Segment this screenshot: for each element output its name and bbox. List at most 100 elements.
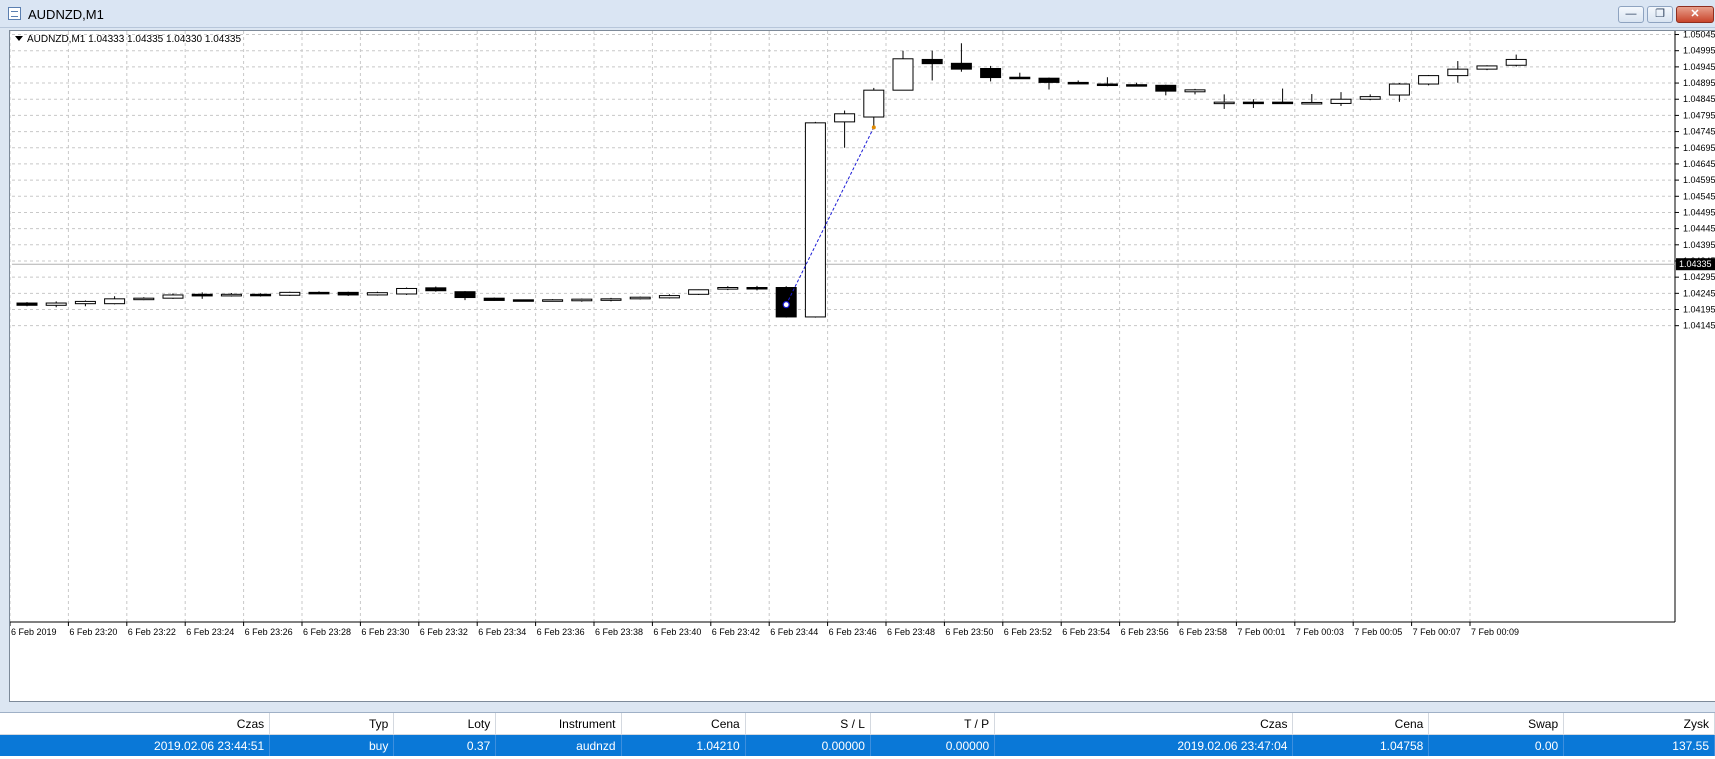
candle-body	[1009, 76, 1031, 80]
candle-body	[658, 295, 680, 299]
x-tick-label: 7 Feb 00:09	[1471, 627, 1519, 637]
candle-body	[600, 298, 622, 301]
candle-body	[45, 302, 67, 306]
trade-close-marker	[871, 125, 876, 130]
x-tick-label: 7 Feb 00:05	[1354, 627, 1402, 637]
minimize-button[interactable]: —	[1618, 6, 1644, 23]
table-cell: 2019.02.06 23:47:04	[994, 734, 1294, 756]
candle-body	[980, 67, 1002, 79]
candle-body	[366, 292, 388, 296]
column-header-2[interactable]: Loty	[393, 713, 497, 735]
y-tick-label: 1.04695	[1683, 143, 1715, 153]
candle-body	[1184, 89, 1206, 93]
column-header-4[interactable]: Cena	[621, 713, 746, 735]
maximize-button[interactable]: ❐	[1647, 6, 1673, 23]
x-tick-label: 6 Feb 23:44	[770, 627, 818, 637]
y-tick-label: 1.04895	[1683, 78, 1715, 88]
y-tick-label: 1.04945	[1683, 62, 1715, 72]
candle-body	[1388, 83, 1410, 96]
column-header-7[interactable]: Czas	[994, 713, 1294, 735]
x-tick-label: 6 Feb 23:28	[303, 627, 351, 637]
table-row[interactable]: 2019.02.06 23:44:51 buy 0.37 audnzd 1.04210 0…	[0, 734, 1715, 756]
column-header-6[interactable]: T / P	[870, 713, 996, 735]
y-tick-label: 1.04845	[1683, 94, 1715, 104]
candle-body	[425, 287, 447, 292]
x-tick-label: 6 Feb 23:50	[945, 627, 993, 637]
candle-body	[1359, 96, 1381, 100]
candle-body	[1418, 75, 1440, 85]
candle-body	[1126, 84, 1148, 87]
table-cell: 1.04758	[1292, 734, 1430, 756]
x-tick-label: 6 Feb 23:40	[653, 627, 701, 637]
candle-body	[1155, 84, 1177, 92]
table-cell: 0.37	[393, 734, 497, 756]
table-cell: 0.00	[1428, 734, 1565, 756]
candle-body	[454, 291, 476, 299]
column-header-3[interactable]: Instrument	[495, 713, 622, 735]
table-cell: buy	[269, 734, 395, 756]
column-header-0[interactable]: Czas	[0, 713, 271, 735]
table-cell: 1.04210	[621, 734, 746, 756]
chart-area[interactable]: 1.05045 1.04995 1.04945 1.04895 1.04845 1.047…	[9, 30, 1715, 702]
y-tick-label: 1.04245	[1683, 288, 1715, 298]
candle-body	[921, 58, 943, 65]
column-header-1[interactable]: Typ	[269, 713, 395, 735]
price-chart[interactable]: 1.05045 1.04995 1.04945 1.04895 1.04845 1.047…	[10, 31, 1715, 643]
table-cell: 2019.02.06 23:44:51	[0, 734, 271, 756]
dropdown-triangle-icon[interactable]	[15, 36, 23, 41]
column-header-10[interactable]: Zysk	[1563, 713, 1715, 735]
candle-body	[863, 89, 885, 118]
table-cell: 0.00000	[745, 734, 871, 756]
table-cell: 0.00000	[870, 734, 996, 756]
candle-body	[74, 300, 96, 305]
y-tick-label: 1.04395	[1683, 240, 1715, 250]
x-tick-label: 6 Feb 23:38	[595, 627, 643, 637]
candle-body	[104, 298, 126, 305]
y-tick-label: 1.04445	[1683, 224, 1715, 234]
candle-body	[892, 58, 914, 91]
x-tick-label: 7 Feb 00:07	[1413, 627, 1461, 637]
x-tick-label: 6 Feb 23:46	[829, 627, 877, 637]
column-header-9[interactable]: Swap	[1428, 713, 1565, 735]
chart-window-icon	[8, 7, 21, 20]
candle-body	[162, 294, 184, 299]
candle-body	[542, 299, 564, 302]
y-tick-label: 1.04495	[1683, 207, 1715, 217]
x-tick-label: 6 Feb 23:22	[128, 627, 176, 637]
close-button[interactable]: ✕	[1676, 6, 1714, 23]
x-tick-label: 6 Feb 23:32	[420, 627, 468, 637]
candle-body	[1213, 101, 1235, 105]
x-tick-label: 7 Feb 00:01	[1237, 627, 1285, 637]
candle-body	[308, 291, 330, 295]
candle-body	[1067, 81, 1089, 85]
candle-body	[571, 298, 593, 302]
candle-body	[950, 62, 972, 70]
trade-connector-line	[785, 127, 875, 305]
x-tick-label: 6 Feb 23:54	[1062, 627, 1110, 637]
y-tick-label: 1.04995	[1683, 46, 1715, 56]
candle-body	[1272, 101, 1294, 105]
column-header-5[interactable]: S / L	[745, 713, 871, 735]
candle-body	[279, 291, 301, 296]
candle-body	[629, 296, 651, 300]
window-titlebar: AUDNZD,M1 — ❐ ✕	[0, 0, 1715, 28]
x-tick-label: 6 Feb 23:20	[69, 627, 117, 637]
trade-history-table: Czas Typ Loty Instrument Cena S / LT / P Czas C…	[0, 713, 1715, 756]
column-header-8[interactable]: Cena	[1292, 713, 1430, 735]
x-tick-label: 6 Feb 23:42	[712, 627, 760, 637]
candle-body	[1242, 101, 1264, 105]
x-tick-label: 6 Feb 2019	[11, 627, 57, 637]
candle-body	[396, 287, 418, 295]
candle-body	[1476, 65, 1498, 70]
x-tick-label: 6 Feb 23:48	[887, 627, 935, 637]
y-tick-label: 1.04195	[1683, 305, 1715, 315]
x-tick-label: 6 Feb 23:26	[245, 627, 293, 637]
candle-body	[250, 293, 272, 297]
candle-body	[191, 293, 213, 297]
candle-body	[1447, 68, 1469, 77]
x-tick-label: 6 Feb 23:34	[478, 627, 526, 637]
candle-body	[717, 287, 739, 290]
candle-body	[220, 293, 242, 297]
y-tick-label: 1.04645	[1683, 159, 1715, 169]
y-tick-label: 1.05045	[1683, 31, 1715, 40]
